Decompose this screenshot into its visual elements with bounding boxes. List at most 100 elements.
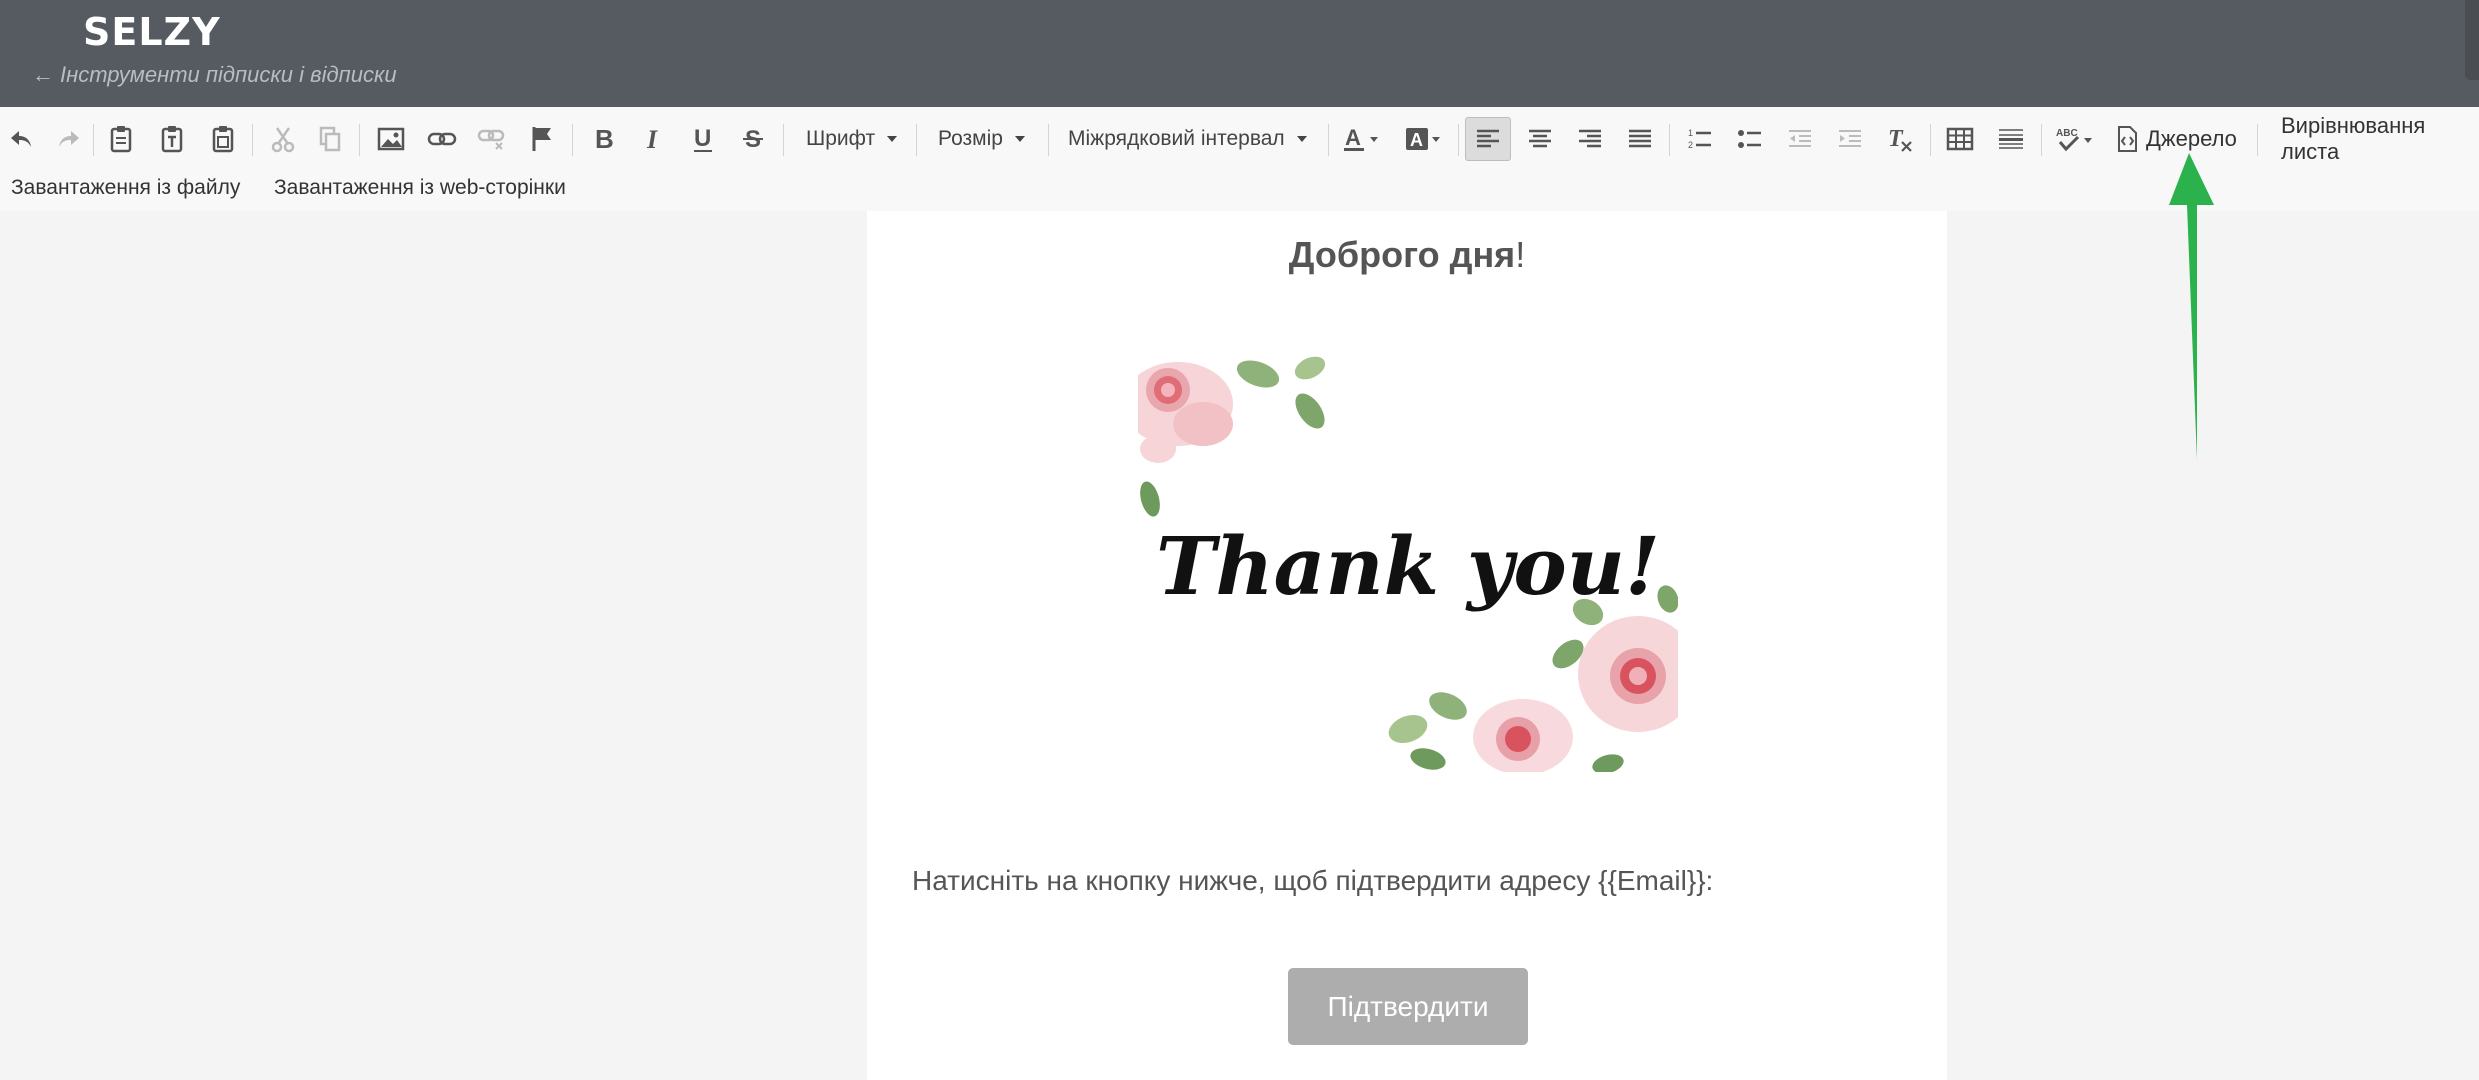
- source-button[interactable]: Джерело: [2116, 118, 2246, 160]
- source-button-label: Джерело: [2146, 126, 2237, 151]
- background-color-button[interactable]: A: [1402, 118, 1448, 160]
- toolbar-separator: [359, 124, 360, 156]
- bold-button[interactable]: B: [586, 118, 620, 160]
- svg-text:2: 2: [1688, 140, 1693, 150]
- copy-button[interactable]: [313, 118, 347, 160]
- align-justify-icon: [1629, 129, 1651, 148]
- strikethrough-icon: S: [743, 126, 763, 153]
- back-link-label: Інструменти підписки і відписки: [60, 62, 397, 87]
- back-link[interactable]: ← Інструменти підписки і відписки: [32, 62, 397, 88]
- numbered-list-button[interactable]: 12: [1682, 118, 1718, 160]
- insert-link-button[interactable]: [424, 118, 460, 160]
- toolbar-separator: [252, 124, 253, 156]
- strikethrough-button[interactable]: S: [736, 118, 770, 160]
- upload-from-webpage-button[interactable]: Завантаження із web-сторінки: [274, 173, 566, 203]
- floral-decoration: Thank you!: [1138, 356, 1678, 772]
- redo-icon: [59, 131, 79, 147]
- selzy-logo[interactable]: SELZY: [83, 10, 221, 54]
- svg-text:I: I: [646, 126, 658, 152]
- indent-icon: [1839, 130, 1861, 147]
- toolbar-separator: [1669, 124, 1670, 156]
- increase-indent-button[interactable]: [1832, 118, 1868, 160]
- toolbar-separator: [93, 124, 94, 156]
- letter-alignment-button[interactable]: Вирівнювання листа: [2281, 113, 2479, 164]
- align-right-icon: [1579, 129, 1601, 148]
- upload-from-file-button[interactable]: Завантаження із файлу: [11, 173, 240, 203]
- bold-icon: B: [595, 126, 613, 152]
- toolbar-separator: [1930, 124, 1931, 156]
- svg-text:ABC: ABC: [2056, 128, 2078, 139]
- paste-from-word-button[interactable]: [206, 118, 240, 160]
- remove-format-button[interactable]: T: [1882, 118, 1918, 160]
- greeting-mark: !: [1515, 234, 1526, 275]
- toolbar-separator: [1458, 124, 1459, 156]
- spellcheck-button[interactable]: ABC: [2052, 118, 2100, 160]
- clear-format-icon: T: [1888, 126, 1912, 152]
- window-scrollbar[interactable]: [2465, 0, 2479, 80]
- thank-you-image[interactable]: Thank you!: [1138, 354, 1678, 772]
- text-color-button[interactable]: A: [1340, 118, 1386, 160]
- outdent-icon: [1789, 130, 1811, 147]
- background-color-icon: A: [1406, 128, 1440, 150]
- size-dropdown[interactable]: Розмір: [938, 121, 1025, 157]
- italic-button[interactable]: I: [636, 118, 670, 160]
- redo-button[interactable]: [52, 118, 86, 160]
- svg-text:1: 1: [1688, 128, 1693, 138]
- table-icon: [1946, 127, 1974, 151]
- svg-text:A: A: [1345, 125, 1361, 150]
- svg-text:U: U: [694, 125, 711, 152]
- email-canvas[interactable]: Доброго дня! Thank you! Натисніть на кно…: [867, 211, 1947, 1080]
- copy-icon: [319, 126, 341, 152]
- toolbar-separator: [916, 124, 917, 156]
- spellcheck-icon: ABC: [2056, 128, 2092, 152]
- size-dropdown-label: Розмір: [938, 127, 1003, 150]
- anchor-button[interactable]: [524, 118, 560, 160]
- cut-button[interactable]: [266, 118, 300, 160]
- email-message[interactable]: Натисніть на кнопку нижче, щоб підтверди…: [912, 865, 1713, 897]
- numbered-list-icon: 12: [1688, 128, 1711, 150]
- toolbar-separator: [783, 124, 784, 156]
- image-icon: [377, 127, 405, 151]
- flag-icon: [532, 127, 551, 151]
- clipboard-icon: [110, 126, 132, 153]
- toolbar-separator: [572, 124, 573, 156]
- svg-text:T: T: [1888, 126, 1904, 152]
- undo-icon: [11, 131, 31, 147]
- top-left-flower: [1138, 356, 1326, 517]
- insert-image-button[interactable]: [373, 118, 409, 160]
- horizontal-line-icon: [1999, 129, 2023, 149]
- greeting-text: Доброго дня: [1288, 234, 1516, 275]
- line-spacing-dropdown[interactable]: Міжрядковий інтервал: [1068, 121, 1307, 157]
- paste-button[interactable]: [104, 118, 138, 160]
- align-center-button[interactable]: [1522, 118, 1558, 160]
- back-arrow-icon: ←: [32, 62, 54, 87]
- paste-text-button[interactable]: [155, 118, 189, 160]
- svg-text:B: B: [595, 126, 613, 152]
- bulleted-list-icon: [1738, 130, 1761, 148]
- insert-table-button[interactable]: [1942, 118, 1978, 160]
- underline-icon: U: [694, 125, 712, 152]
- align-left-icon: [1477, 129, 1499, 148]
- horizontal-line-button[interactable]: [1993, 118, 2029, 160]
- text-color-icon: A: [1344, 125, 1378, 151]
- undo-button[interactable]: [4, 118, 38, 160]
- chevron-down-icon: [1014, 136, 1025, 142]
- paste-text-icon: [161, 126, 183, 153]
- chevron-down-icon: [887, 136, 898, 142]
- chevron-down-icon: [1296, 136, 1307, 142]
- top-header: SELZY ← Інструменти підписки і відписки: [0, 0, 2479, 107]
- bulleted-list-button[interactable]: [1732, 118, 1768, 160]
- confirm-button[interactable]: Підтвердити: [1288, 968, 1528, 1045]
- link-icon: [427, 132, 457, 146]
- scissors-icon: [271, 127, 295, 153]
- align-right-button[interactable]: [1572, 118, 1608, 160]
- font-dropdown[interactable]: Шрифт: [806, 121, 898, 157]
- align-left-button[interactable]: [1465, 117, 1511, 161]
- align-justify-button[interactable]: [1622, 118, 1658, 160]
- email-greeting[interactable]: Доброго дня!: [867, 234, 1947, 276]
- toolbar-separator: [2257, 124, 2258, 156]
- underline-button[interactable]: U: [686, 118, 720, 160]
- decrease-indent-button[interactable]: [1782, 118, 1818, 160]
- unlink-icon: [477, 129, 505, 150]
- unlink-button[interactable]: [474, 118, 510, 160]
